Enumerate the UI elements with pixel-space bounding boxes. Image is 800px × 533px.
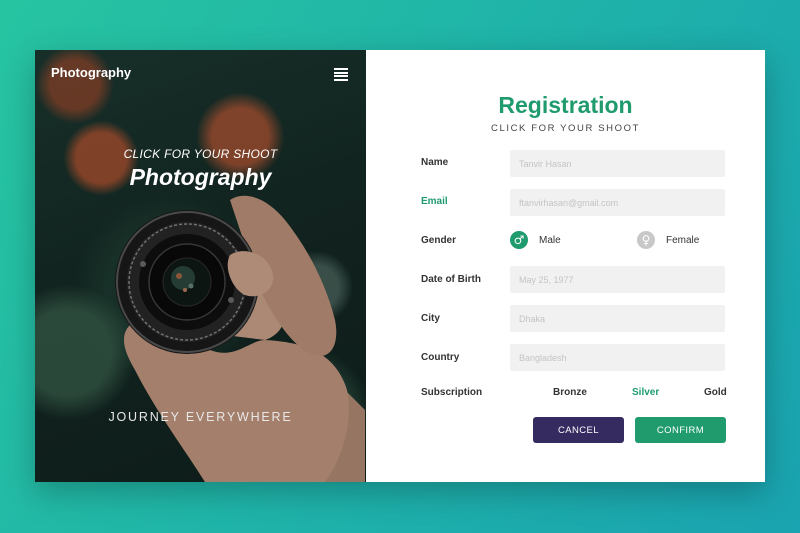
subscription-option-silver[interactable]: Silver xyxy=(632,387,659,398)
city-field[interactable] xyxy=(510,305,725,332)
gender-option-male[interactable]: ♂ Male xyxy=(510,231,561,249)
email-field[interactable] xyxy=(510,189,725,216)
country-field[interactable] xyxy=(510,344,725,371)
hero-subtitle: CLICK FOR YOUR SHOOT xyxy=(123,147,278,161)
gender-option-female[interactable]: ♀ Female xyxy=(637,231,699,249)
gender-label: Gender xyxy=(421,235,457,246)
hero-footer-text: JOURNEY EVERYWHERE xyxy=(108,410,293,424)
gender-option-label: Female xyxy=(666,234,700,246)
confirm-button[interactable]: CONFIRM xyxy=(635,417,726,443)
country-label: Country xyxy=(421,352,460,363)
registration-form: Registration CLICK FOR YOUR SHOOT Name E… xyxy=(366,50,765,482)
hero-title: Photography xyxy=(129,164,272,190)
name-field[interactable] xyxy=(510,150,725,177)
hamburger-menu-icon[interactable] xyxy=(334,68,348,81)
male-icon: ♂ xyxy=(510,231,528,249)
cancel-button[interactable]: CANCEL xyxy=(533,417,624,443)
form-subtitle: CLICK FOR YOUR SHOOT xyxy=(490,123,640,134)
dob-field[interactable] xyxy=(510,266,725,293)
dob-label: Date of Birth xyxy=(421,274,481,285)
photo-panel: Photography CLICK FOR YOUR SHOOT Photogr… xyxy=(35,50,366,482)
subscription-option-gold[interactable]: Gold xyxy=(704,387,727,398)
subscription-label: Subscription xyxy=(421,387,483,398)
female-icon: ♀ xyxy=(637,231,655,249)
brand-name[interactable]: Photography xyxy=(51,65,131,80)
name-label: Name xyxy=(421,157,449,168)
subscription-option-bronze[interactable]: Bronze xyxy=(553,387,587,398)
gender-option-label: Male xyxy=(539,234,561,246)
form-title: Registration xyxy=(498,92,633,118)
city-label: City xyxy=(421,313,440,324)
email-label: Email xyxy=(421,196,448,207)
registration-card: Photography CLICK FOR YOUR SHOOT Photogr… xyxy=(35,50,765,482)
